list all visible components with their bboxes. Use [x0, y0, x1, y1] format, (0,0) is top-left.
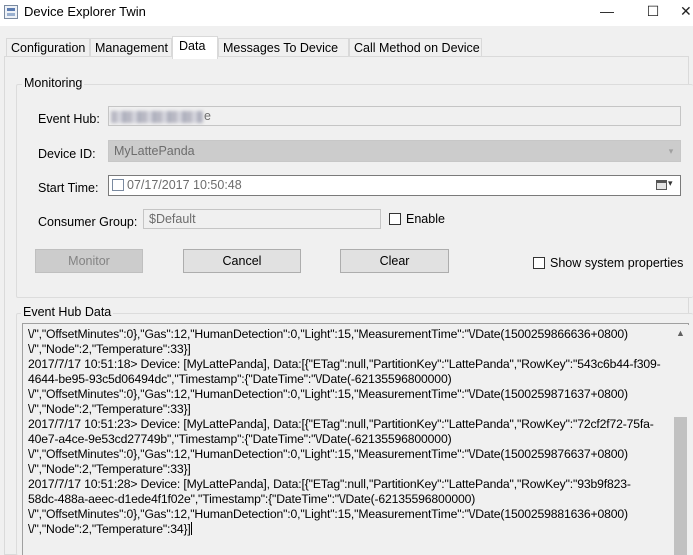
log-line: 40e7-a4ce-9e53cd27749b","Timestamp":{"Da… — [28, 432, 452, 446]
start-time-label: Start Time: — [38, 181, 99, 195]
log-line: 4644-be95-93c5d06494dc","Timestamp":{"Da… — [28, 372, 452, 386]
log-line: \/","OffsetMinutes":0},"Gas":12,"HumanDe… — [28, 447, 628, 461]
log-line: \/","Node":2,"Temperature":33}] — [28, 462, 191, 476]
clear-button[interactable]: Clear — [340, 249, 449, 273]
start-time-checkbox[interactable] — [112, 179, 124, 191]
monitor-button[interactable]: Monitor — [35, 249, 143, 273]
tab-data[interactable]: Data — [172, 36, 218, 59]
show-system-properties-label: Show system properties — [550, 256, 684, 270]
monitoring-group-title: Monitoring — [22, 76, 85, 90]
vertical-scrollbar[interactable]: ▲ — [672, 325, 689, 555]
chevron-down-icon: ▾ — [668, 178, 673, 188]
calendar-icon[interactable] — [656, 180, 667, 190]
event-hub-label: Event Hub: — [38, 112, 100, 126]
show-system-properties-checkbox[interactable] — [533, 257, 545, 269]
log-line-text: \/","Node":2,"Temperature":34}] — [28, 522, 191, 536]
device-id-label: Device ID: — [38, 147, 96, 161]
event-hub-field: e — [108, 106, 681, 126]
tab-configuration[interactable]: Configuration — [6, 38, 90, 58]
device-id-value: MyLattePanda — [114, 144, 195, 158]
minimize-button[interactable]: — — [584, 0, 630, 24]
log-line: \/","OffsetMinutes":0},"Gas":12,"HumanDe… — [28, 507, 628, 521]
log-line: 58dc-488a-aeec-d1ede4f1f02e","Timestamp"… — [28, 492, 476, 506]
text-caret — [190, 522, 192, 535]
maximize-button[interactable]: ☐ — [630, 0, 676, 24]
log-line: \/","Node":2,"Temperature":33}] — [28, 402, 191, 416]
scroll-thumb[interactable] — [674, 417, 687, 555]
cancel-button[interactable]: Cancel — [183, 249, 301, 273]
enable-label: Enable — [406, 212, 445, 226]
window-title: Device Explorer Twin — [24, 4, 146, 19]
event-hub-data-textarea[interactable]: \/","OffsetMinutes":0},"Gas":12,"HumanDe… — [22, 323, 689, 555]
log-line: \/","OffsetMinutes":0},"Gas":12,"HumanDe… — [28, 327, 628, 341]
chevron-down-icon: ▾ — [668, 146, 674, 156]
scroll-up-icon[interactable]: ▲ — [672, 325, 689, 342]
log-line: \/","Node":2,"Temperature":33}] — [28, 342, 191, 356]
log-line: \/","OffsetMinutes":0},"Gas":12,"HumanDe… — [28, 387, 628, 401]
close-button[interactable]: ✕ — [676, 0, 693, 24]
start-time-value: 07/17/2017 10:50:48 — [127, 178, 242, 192]
tab-messages-to-device[interactable]: Messages To Device — [218, 38, 349, 58]
title-bar: Device Explorer Twin — ☐ ✕ — [0, 0, 693, 26]
event-hub-data-group-title: Event Hub Data — [21, 305, 114, 319]
app-icon — [4, 5, 18, 19]
log-line: 2017/7/17 10:51:28> Device: [MyLattePand… — [28, 477, 631, 491]
tab-management[interactable]: Management — [90, 38, 172, 58]
start-time-picker[interactable]: 07/17/2017 10:50:48 ▾ — [108, 175, 681, 196]
log-line-last: \/","Node":2,"Temperature":34}] — [28, 522, 192, 536]
consumer-group-value: $Default — [149, 212, 196, 226]
consumer-group-label: Consumer Group: — [38, 215, 138, 229]
device-id-dropdown[interactable]: MyLattePanda ▾ — [108, 140, 681, 162]
log-line: 2017/7/17 10:51:18> Device: [MyLattePand… — [28, 357, 661, 371]
log-line: 2017/7/17 10:51:23> Device: [MyLattePand… — [28, 417, 654, 431]
event-hub-value-suffix: e — [204, 109, 211, 123]
enable-checkbox[interactable] — [389, 213, 401, 225]
redacted-event-hub-name — [111, 110, 203, 123]
tab-call-method-on-device[interactable]: Call Method on Device — [349, 38, 482, 58]
consumer-group-field[interactable]: $Default — [143, 209, 381, 229]
